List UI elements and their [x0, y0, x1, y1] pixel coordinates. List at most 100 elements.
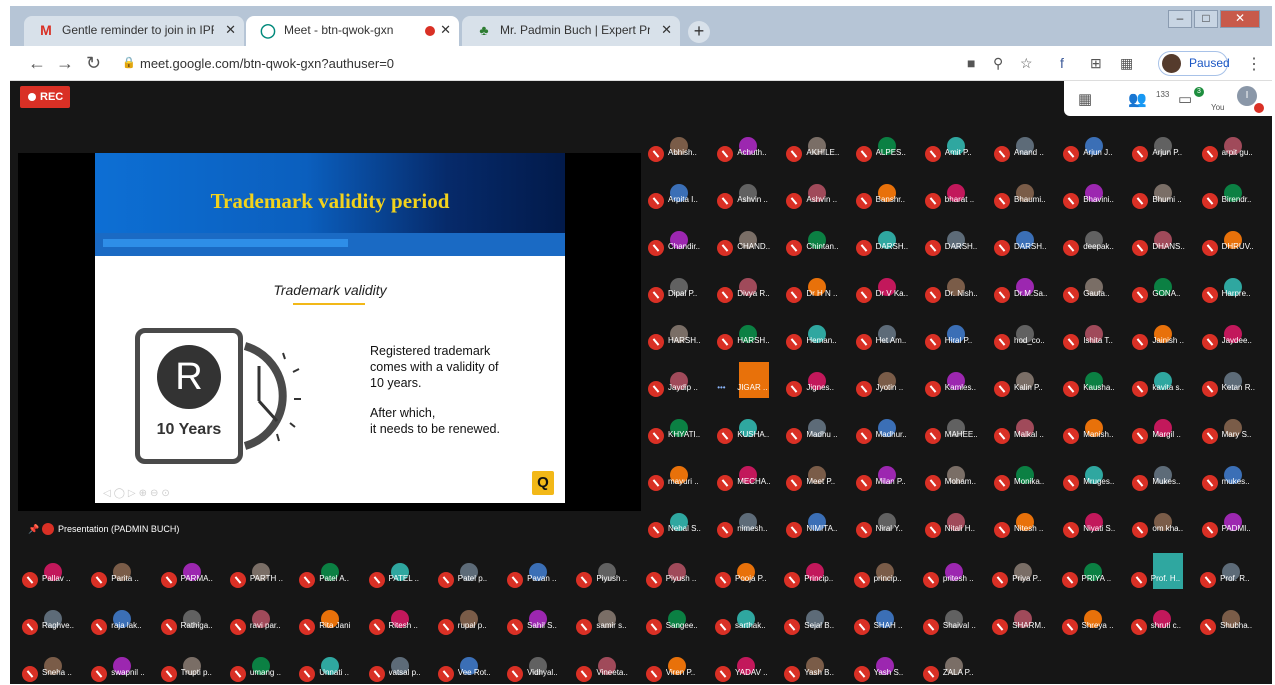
participant-tile[interactable]: Rathiga.. [157, 610, 225, 636]
participant-tile[interactable]: Chintan.. [782, 231, 850, 257]
participant-tile[interactable]: shruti c.. [1127, 610, 1195, 636]
participant-tile[interactable]: Dr. Nish.. [921, 278, 989, 304]
participant-tile[interactable]: Ishita T.. [1059, 325, 1127, 351]
participant-tile[interactable]: CHAND.. [713, 231, 781, 257]
participant-tile[interactable]: Jaydip .. [644, 372, 712, 398]
participant-tile[interactable]: NIMITA.. [782, 513, 850, 539]
participant-tile[interactable]: Parita .. [87, 563, 155, 589]
forward-icon[interactable]: → [56, 53, 74, 74]
participant-tile[interactable]: raja lak.. [87, 610, 155, 636]
participant-tile[interactable]: Rita Jani [295, 610, 363, 636]
participant-tile[interactable]: Birendr.. [1198, 184, 1266, 210]
participant-tile[interactable]: Prof. R.. [1196, 563, 1264, 589]
zoom-icon[interactable]: ⚲ [993, 55, 1003, 72]
participant-tile[interactable]: Anand .. [990, 137, 1058, 163]
participant-tile[interactable]: YADAV .. [711, 657, 779, 683]
participant-tile[interactable]: Patel p.. [434, 563, 502, 589]
participant-tile[interactable]: Hiral P.. [921, 325, 989, 351]
participant-tile[interactable]: Vineeta.. [572, 657, 640, 683]
participant-tile[interactable]: KHYATI.. [644, 419, 712, 445]
close-icon[interactable]: ✕ [225, 16, 236, 44]
tab-gmail[interactable]: M Gentle reminder to join in IPR we ✕ [24, 16, 244, 46]
extension-icon[interactable]: ⊞ [1090, 55, 1102, 72]
tab-profile[interactable]: ♣ Mr. Padmin Buch | Expert Profess ✕ [462, 16, 680, 46]
participant-tile[interactable]: Monika.. [990, 466, 1058, 492]
participant-tile[interactable]: AKHILE.. [782, 137, 850, 163]
participant-tile[interactable]: Sangee.. [642, 610, 710, 636]
chat-icon[interactable]: ▭ [1178, 90, 1192, 108]
profile-button[interactable]: Paused [1158, 51, 1230, 76]
more-icon[interactable]: ⋮ [1246, 54, 1262, 74]
participant-tile[interactable]: Arjun P.. [1128, 137, 1196, 163]
participant-tile[interactable]: mayuri .. [644, 466, 712, 492]
participant-tile[interactable]: PATEL .. [365, 563, 433, 589]
participant-tile[interactable]: JIGAR .. [713, 362, 781, 398]
participant-tile[interactable]: Pavan .. [503, 563, 571, 589]
participant-tile[interactable]: pritesh .. [919, 563, 987, 589]
participant-tile[interactable]: Ketan R.. [1198, 372, 1266, 398]
close-icon[interactable]: ✕ [440, 16, 451, 44]
participant-tile[interactable]: Priya P.. [988, 563, 1056, 589]
tab-meet[interactable]: ◯ Meet - btn-qwok-gxn ✕ [246, 16, 459, 46]
participant-tile[interactable]: ALPES.. [852, 137, 920, 163]
reload-icon[interactable]: ↻ [86, 53, 101, 74]
participant-tile[interactable]: DHRUV.. [1198, 231, 1266, 257]
participant-tile[interactable]: Mary S.. [1198, 419, 1266, 445]
participant-tile[interactable]: Princip.. [780, 563, 848, 589]
participant-tile[interactable]: Nitesh .. [990, 513, 1058, 539]
participant-tile[interactable]: hod_co.. [990, 325, 1058, 351]
participant-tile[interactable]: Harpre.. [1198, 278, 1266, 304]
participant-tile[interactable]: Vee Rot.. [434, 657, 502, 683]
participant-tile[interactable]: Heman.. [782, 325, 850, 351]
participant-tile[interactable]: KUSHA.. [713, 419, 781, 445]
pin-icon[interactable]: 📌 [28, 523, 39, 535]
self-avatar[interactable]: I [1237, 86, 1257, 106]
participant-tile[interactable]: Trupti p.. [157, 657, 225, 683]
participant-tile[interactable]: Ashvin .. [782, 184, 850, 210]
participant-tile[interactable]: deepak.. [1059, 231, 1127, 257]
participant-tile[interactable]: kavita s.. [1128, 372, 1196, 398]
participant-tile[interactable]: Sneha .. [18, 657, 86, 683]
participant-tile[interactable]: Jyotin .. [852, 372, 920, 398]
participant-tile[interactable]: nimesh.. [713, 513, 781, 539]
participant-tile[interactable]: Dr H N .. [782, 278, 850, 304]
new-tab-button[interactable]: + [688, 21, 710, 43]
participant-tile[interactable]: ZALA P.. [919, 657, 987, 683]
participant-tile[interactable]: DARSH.. [921, 231, 989, 257]
participant-tile[interactable]: PADMI.. [1198, 513, 1266, 539]
participant-tile[interactable]: Jainish .. [1128, 325, 1196, 351]
facebook-icon[interactable]: f [1060, 55, 1064, 71]
participant-tile[interactable]: Bhumi .. [1128, 184, 1196, 210]
participant-tile[interactable]: Bhavini.. [1059, 184, 1127, 210]
layout-grid-icon[interactable]: ▦ [1078, 90, 1092, 108]
participant-tile[interactable]: Achuth.. [713, 137, 781, 163]
participant-tile[interactable]: Pallav .. [18, 563, 86, 589]
participant-tile[interactable]: Gauta.. [1059, 278, 1127, 304]
participant-tile[interactable]: Mruges.. [1059, 466, 1127, 492]
maximize-button[interactable]: □ [1194, 10, 1218, 28]
participant-tile[interactable]: samir s.. [572, 610, 640, 636]
participant-tile[interactable]: SHAH .. [850, 610, 918, 636]
participant-tile[interactable]: Banshr.. [852, 184, 920, 210]
participant-tile[interactable]: DARSH.. [990, 231, 1058, 257]
participant-tile[interactable]: DARSH.. [852, 231, 920, 257]
participant-tile[interactable]: Het Am.. [852, 325, 920, 351]
participant-tile[interactable]: swapnil .. [87, 657, 155, 683]
participant-tile[interactable]: arpit gu.. [1198, 137, 1266, 163]
participant-tile[interactable]: HARSH.. [644, 325, 712, 351]
participant-tile[interactable]: Manish.. [1059, 419, 1127, 445]
participant-tile[interactable]: Viren P.. [642, 657, 710, 683]
participant-tile[interactable]: Nitali H.. [921, 513, 989, 539]
participant-tile[interactable]: Amit P.. [921, 137, 989, 163]
participant-tile[interactable]: Milan P.. [852, 466, 920, 492]
participant-tile[interactable]: Patel A.. [295, 563, 363, 589]
participant-tile[interactable]: Yash S.. [850, 657, 918, 683]
participant-tile[interactable]: Madhu .. [782, 419, 850, 445]
participant-tile[interactable]: Raghve.. [18, 610, 86, 636]
star-icon[interactable]: ☆ [1020, 55, 1033, 72]
camera-icon[interactable]: ■ [967, 55, 975, 71]
participant-tile[interactable]: HARSH.. [713, 325, 781, 351]
participant-tile[interactable]: MECHA.. [713, 466, 781, 492]
people-icon[interactable]: 👥 [1128, 90, 1147, 108]
participant-tile[interactable]: princip.. [850, 563, 918, 589]
